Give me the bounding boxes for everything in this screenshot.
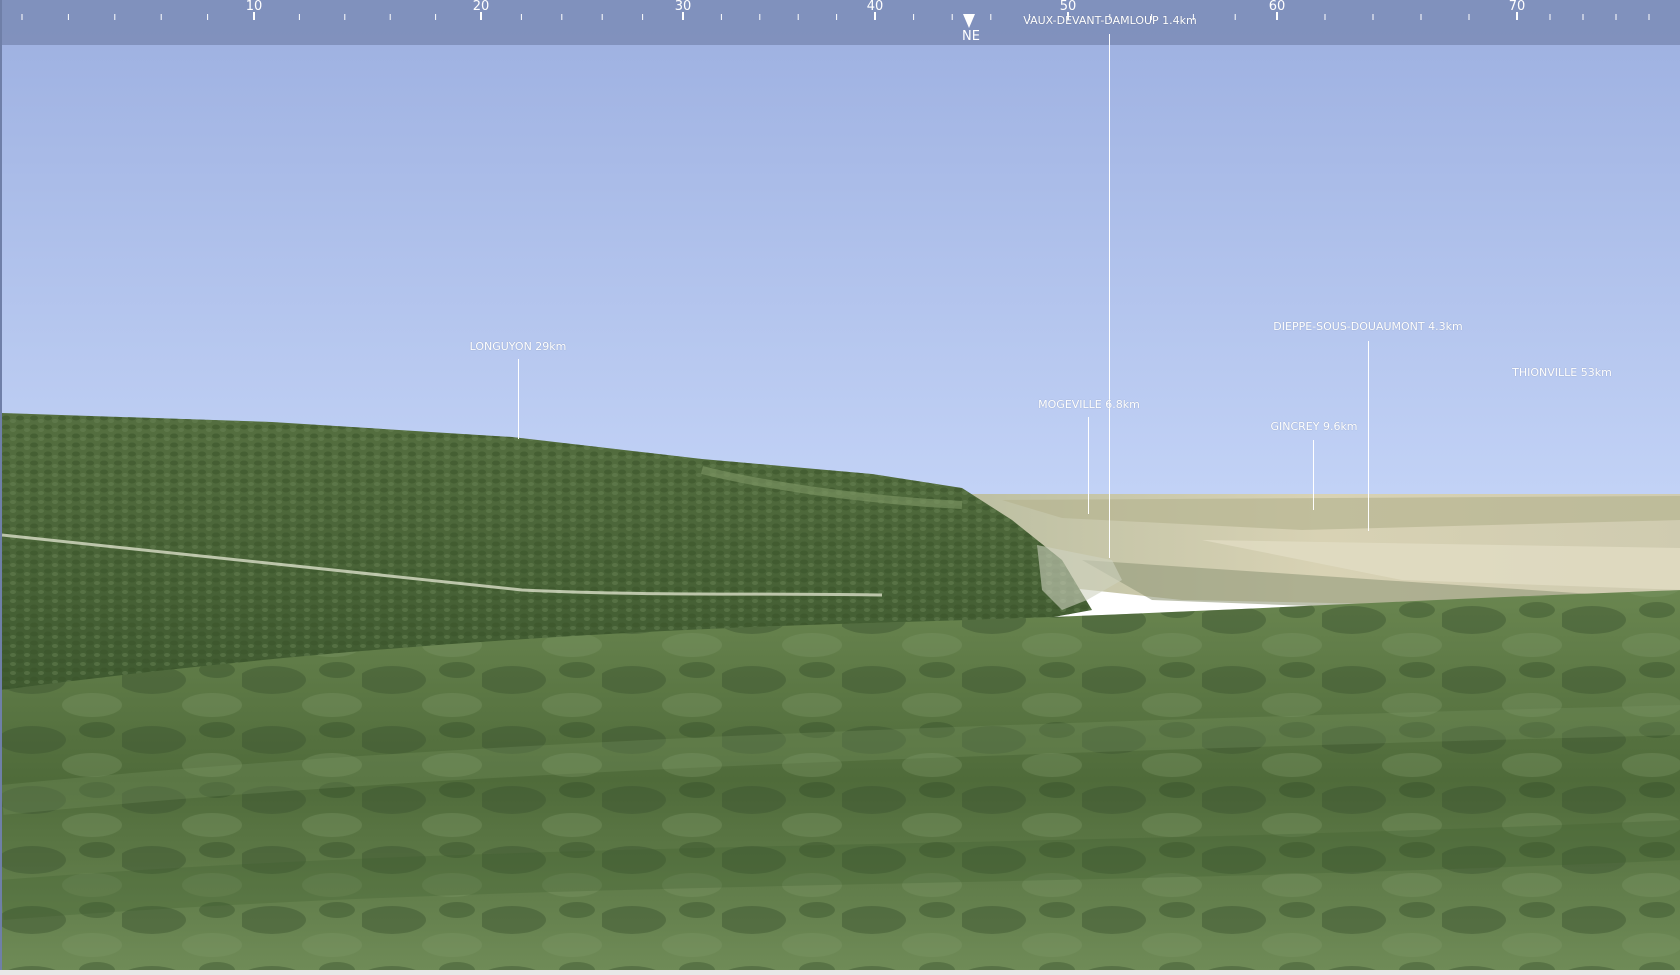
leader-line-dieppe-sous-douaumont: [1368, 341, 1369, 531]
compass-label-30: 30: [674, 0, 692, 14]
place-label-vaux-devant-damloup[interactable]: VAUX-DEVANT-DAMLOUP 1.4km: [1023, 14, 1196, 27]
place-label-thionville[interactable]: THIONVILLE 53km: [1512, 366, 1612, 379]
panorama-viewport[interactable]: 10 20 30 40 50 60 70 NE LONGUYON 29km VA…: [0, 0, 1680, 970]
compass-label-10: 10: [245, 0, 263, 14]
compass-bar[interactable]: 10 20 30 40 50 60 70 NE: [2, 0, 1680, 45]
compass-label-60: 60: [1268, 0, 1286, 14]
place-label-mogeville[interactable]: MOGEVILLE 6.8km: [1038, 398, 1140, 411]
place-label-dieppe-sous-douaumont[interactable]: DIEPPE-SOUS-DOUAUMONT 4.3km: [1273, 320, 1462, 333]
compass-label-20: 20: [472, 0, 490, 14]
compass-label-40: 40: [866, 0, 884, 14]
leader-line-gincrey: [1313, 440, 1314, 510]
compass-label-70: 70: [1508, 0, 1526, 14]
leader-line-mogeville: [1088, 417, 1089, 514]
bottom-strip: [0, 970, 1680, 975]
heading-marker-icon: [963, 14, 975, 28]
terrain-view[interactable]: [2, 0, 1680, 970]
leader-line-vaux-devant-damloup: [1109, 34, 1110, 558]
compass-label-50: 50: [1059, 0, 1077, 14]
place-label-gincrey[interactable]: GINCREY 9.6km: [1270, 420, 1357, 433]
place-label-longuyon[interactable]: LONGUYON 29km: [470, 340, 567, 353]
heading-label: NE: [962, 29, 980, 44]
leader-line-longuyon: [518, 359, 519, 439]
